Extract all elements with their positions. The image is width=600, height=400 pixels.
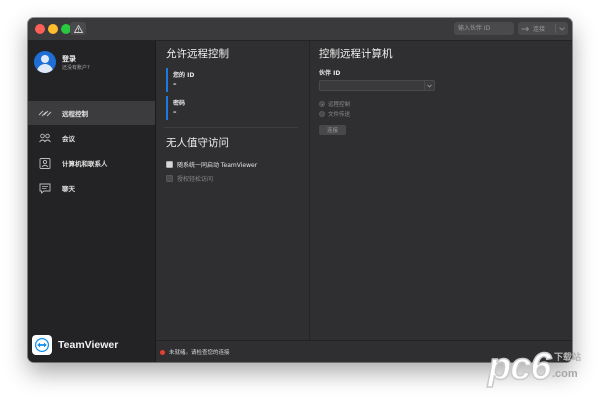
watermark-domain: .com: [552, 368, 578, 380]
status-text: 未就绪。请检查您的连接: [169, 350, 230, 356]
sidebar-item-label: 会议: [62, 135, 75, 143]
chevron-down-icon[interactable]: [559, 26, 565, 31]
sidebar-item-meeting[interactable]: 会议: [28, 126, 155, 150]
divider: [555, 24, 556, 33]
titlebar-connect-button[interactable]: 连接: [518, 22, 568, 35]
control-remote-title: 控制远程计算机: [319, 48, 393, 60]
your-id-block: 您的 ID –: [166, 68, 288, 92]
meeting-icon: [38, 132, 52, 144]
option-remote-control[interactable]: 远程控制: [319, 100, 350, 108]
password-label: 密码: [173, 100, 186, 107]
watermark-text: pc6: [487, 345, 552, 389]
profile-login[interactable]: 登录 还没有账户?: [34, 49, 154, 79]
your-id-value[interactable]: –: [173, 80, 177, 88]
grant-easy-access-checkbox[interactable]: 授权轻松访问: [166, 174, 213, 183]
start-with-system-checkbox[interactable]: 随系统一同启动 TeamViewer: [166, 160, 257, 169]
brand-name: TeamViewer: [58, 339, 119, 351]
sidebar: 登录 还没有账户? 远程控制 会议 计算机和联系人 聊天 TeamViewer: [28, 41, 156, 362]
sidebar-item-label: 远程控制: [62, 110, 88, 118]
radio-button[interactable]: [319, 101, 325, 107]
avatar-body: [37, 64, 53, 73]
warning-icon: [73, 24, 83, 33]
password-value[interactable]: –: [173, 108, 177, 116]
teamviewer-logo-icon: [32, 335, 52, 355]
option-remote-control-label: 远程控制: [328, 102, 351, 108]
column-divider: [309, 41, 310, 341]
watermark-logo: pc6 下载站 .com: [487, 345, 598, 398]
grant-easy-access-label: 授权轻松访问: [177, 176, 214, 183]
signup-link[interactable]: 还没有账户?: [62, 64, 90, 71]
chevron-down-icon: [427, 84, 432, 88]
teamviewer-brand: TeamViewer: [32, 334, 152, 356]
watermark-cn: 下载站: [554, 353, 582, 363]
avatar-head: [41, 55, 49, 63]
contacts-icon: [38, 157, 52, 169]
your-id-label: 您的 ID: [173, 72, 195, 79]
sidebar-item-remote-control[interactable]: 远程控制: [28, 101, 155, 125]
login-label[interactable]: 登录: [62, 54, 76, 64]
minimize-window-button[interactable]: [48, 24, 58, 34]
option-file-transfer[interactable]: 文件传送: [319, 110, 350, 118]
warning-button[interactable]: [70, 22, 86, 35]
sidebar-item-chat[interactable]: 聊天: [28, 176, 155, 200]
partner-id-dropdown[interactable]: [424, 81, 434, 90]
checkbox[interactable]: [166, 161, 173, 168]
connect-button[interactable]: 连接: [319, 125, 346, 135]
section-divider: [164, 127, 298, 128]
sidebar-item-label: 计算机和联系人: [62, 160, 108, 168]
close-window-button[interactable]: [35, 24, 45, 34]
titlebar-connect-label: 连接: [533, 26, 546, 33]
partner-id-field[interactable]: [319, 80, 435, 91]
radio-button[interactable]: [319, 111, 325, 117]
sidebar-item-contacts[interactable]: 计算机和联系人: [28, 151, 155, 175]
status-indicator-icon: [160, 350, 165, 355]
partner-id-search-input[interactable]: [454, 22, 514, 35]
checkbox[interactable]: [166, 175, 173, 182]
titlebar: 连接: [28, 18, 572, 41]
connect-arrow-icon: [521, 26, 530, 31]
partner-id-label: 伙伴 ID: [319, 70, 341, 77]
connect-button-label: 连接: [326, 128, 338, 134]
avatar[interactable]: [34, 51, 56, 73]
allow-remote-title: 允许远程控制: [166, 48, 229, 60]
unattended-title: 无人值守访问: [166, 137, 229, 149]
start-with-system-label: 随系统一同启动 TeamViewer: [177, 162, 258, 169]
remote-control-icon: [38, 107, 52, 119]
chat-icon: [38, 182, 52, 194]
password-block: 密码 –: [166, 96, 288, 120]
sidebar-item-label: 聊天: [62, 185, 75, 193]
teamviewer-window: 连接 登录 还没有账户? 远程控制: [28, 18, 572, 362]
option-file-transfer-label: 文件传送: [328, 112, 351, 118]
